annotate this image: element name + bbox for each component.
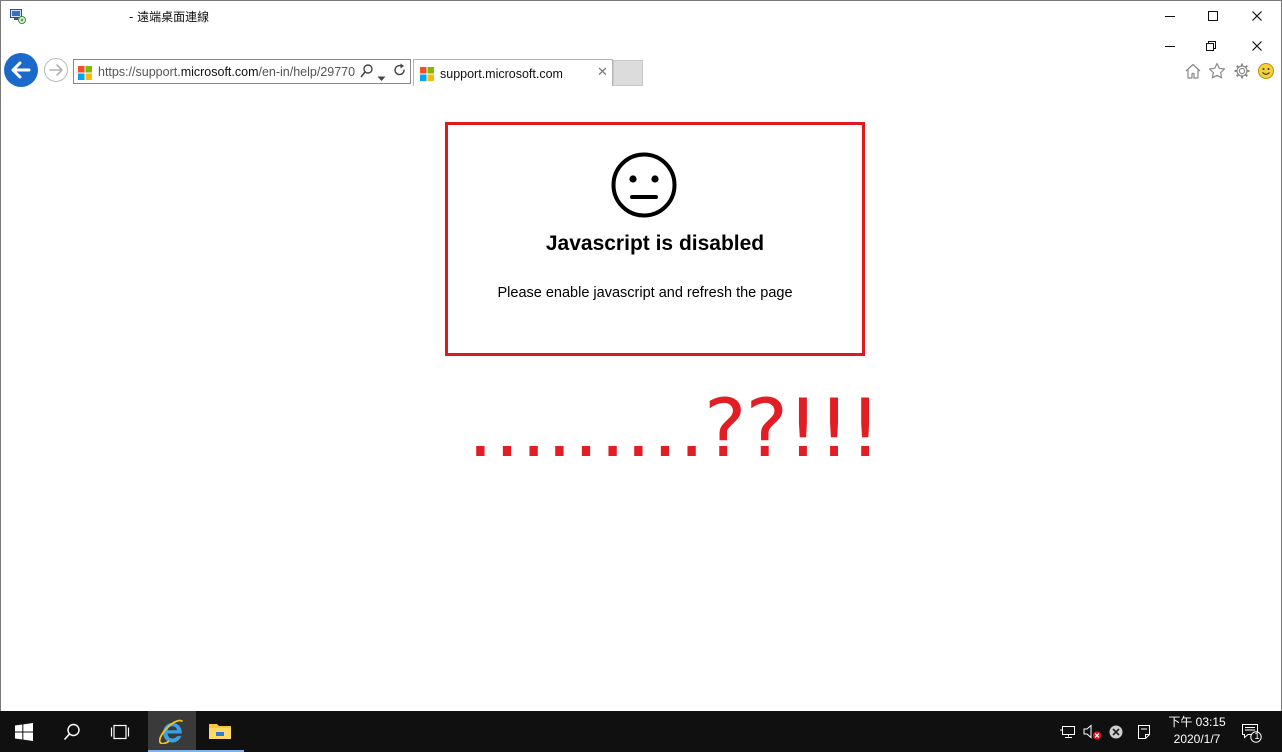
error-icon [1109, 725, 1123, 738]
taskbar-search-button[interactable] [48, 711, 96, 752]
refresh-button[interactable] [393, 63, 407, 81]
maximize-icon [1208, 11, 1218, 21]
url-prefix: https://support. [98, 65, 181, 79]
page-message: Please enable javascript and refresh the… [497, 285, 793, 301]
url-domain: microsoft.com [180, 65, 259, 79]
javascript-disabled-card: Javascript is disabled Please enable jav… [445, 122, 865, 356]
smiley-feedback-icon [1258, 63, 1274, 79]
back-arrow-icon [11, 61, 31, 79]
settings-gear-icon [1234, 63, 1250, 79]
tools-button[interactable] [1230, 60, 1254, 82]
rdp-minimize-button[interactable] [1147, 1, 1193, 31]
annotation-text: ………??!!! [467, 382, 881, 475]
address-url[interactable]: https://support.microsoft.com/en-in/help… [98, 65, 356, 81]
clock-time: 下午 03:15 [1168, 715, 1226, 729]
notification-count: 1 [1254, 731, 1260, 741]
network-tray-button[interactable] [1056, 711, 1080, 752]
tab-close-button[interactable]: ✕ [597, 66, 608, 80]
volume-tray-button[interactable] [1080, 711, 1104, 752]
tab-support-microsoft[interactable]: support.microsoft.com ✕ [413, 59, 613, 86]
search-icon [360, 64, 373, 78]
search-taskbar-icon [63, 723, 80, 740]
minimize-icon [1165, 46, 1175, 47]
file-explorer-icon [209, 723, 231, 739]
remote-desktop-window: - 遠端桌面連線 https://support.microsoft.com/e… [0, 0, 1282, 752]
microsoft-logo-icon [420, 66, 434, 85]
rdp-title-bar: - 遠端桌面連線 [1, 1, 1281, 31]
internet-explorer-icon [159, 719, 184, 744]
volume-muted-icon [1083, 723, 1101, 739]
network-icon [1060, 725, 1075, 738]
task-view-icon [110, 724, 130, 739]
back-button[interactable] [4, 53, 38, 87]
home-button[interactable] [1181, 60, 1205, 82]
neutral-face-icon [611, 152, 677, 218]
ie-minimize-button[interactable] [1147, 32, 1193, 60]
search-button[interactable] [360, 63, 374, 81]
rdp-maximize-button[interactable] [1190, 1, 1236, 31]
notes-icon [1138, 724, 1150, 739]
ie-restore-button[interactable] [1188, 32, 1234, 60]
close-icon [1252, 11, 1262, 21]
action-center-button[interactable]: 1 [1236, 711, 1266, 752]
minimize-icon [1165, 16, 1175, 17]
error-tray-button[interactable] [1104, 711, 1128, 752]
refresh-icon [394, 63, 405, 76]
notes-tray-button[interactable] [1132, 711, 1156, 752]
home-icon [1185, 63, 1201, 79]
start-button[interactable] [0, 711, 48, 752]
rdp-window-title: - 遠端桌面連線 [129, 10, 210, 24]
taskbar-clock[interactable]: 下午 03:15 2020/1/7 [1162, 714, 1232, 748]
restore-icon [1206, 41, 1216, 51]
new-tab-button[interactable] [613, 60, 643, 86]
close-icon [1252, 41, 1262, 51]
tab-title: support.microsoft.com [440, 67, 563, 81]
taskbar: 下午 03:15 2020/1/7 1 [0, 711, 1282, 752]
favorites-star-icon [1208, 62, 1226, 79]
url-path: /en-in/help/29770 [258, 65, 356, 79]
windows-start-icon [15, 722, 33, 741]
feedback-button[interactable] [1254, 60, 1278, 82]
favorites-button[interactable] [1205, 60, 1229, 82]
address-dropdown-button[interactable] [377, 67, 386, 85]
rdp-close-button[interactable] [1234, 1, 1280, 31]
taskbar-file-explorer[interactable] [196, 711, 244, 752]
forward-button[interactable] [44, 58, 68, 82]
dropdown-icon [377, 76, 386, 81]
page-heading: Javascript is disabled [545, 232, 765, 255]
forward-arrow-icon [49, 64, 63, 76]
task-view-button[interactable] [96, 711, 144, 752]
ie-close-button[interactable] [1234, 32, 1280, 60]
microsoft-logo-icon [78, 65, 92, 84]
taskbar-internet-explorer[interactable] [148, 711, 196, 752]
address-bar[interactable]: https://support.microsoft.com/en-in/help… [73, 59, 411, 84]
clock-date: 2020/1/7 [1173, 732, 1221, 746]
rdp-app-icon [10, 8, 26, 24]
